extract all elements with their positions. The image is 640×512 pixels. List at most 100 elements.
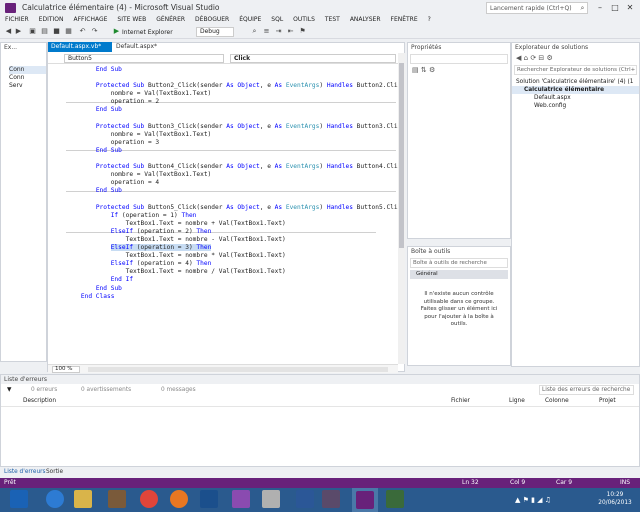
open-icon[interactable]: ▤ (40, 27, 49, 36)
errors-filter-button[interactable]: 0 erreurs (31, 384, 57, 396)
file-explorer-icon[interactable] (74, 490, 92, 508)
server-item[interactable]: Serv (9, 82, 46, 90)
undo-icon[interactable]: ↶ (78, 27, 87, 36)
server-item[interactable]: Conn (9, 66, 46, 74)
toolbox-search-input[interactable]: Boîte à outils de recherche (410, 258, 508, 268)
file-node-default-aspx[interactable]: Default.aspx (512, 94, 639, 102)
column-description[interactable]: Description (23, 396, 56, 407)
tab-error-list[interactable]: Liste d'erreurs (4, 468, 46, 477)
clock-date: 20/06/2013 (598, 500, 632, 506)
properties-icon[interactable]: ⚙ (547, 54, 553, 62)
menu-analyser[interactable]: ANALYSER (345, 15, 386, 25)
toolbox-panel: Boîte à outils Boîte à outils de recherc… (407, 246, 511, 366)
quick-launch-input[interactable]: Lancement rapide (Ctrl+Q) (486, 2, 580, 14)
menu-edition[interactable]: EDITION (34, 15, 69, 25)
panel-title: Explorateur de solutions (515, 44, 589, 51)
method-dropdown[interactable]: Click (230, 54, 396, 63)
file-node-web-config[interactable]: Web.config (512, 102, 639, 110)
menu-affichage[interactable]: AFFICHAGE (68, 15, 112, 25)
code-area[interactable]: End Sub Protected Sub Button2_Click(send… (48, 64, 405, 364)
chrome-icon[interactable] (140, 490, 158, 508)
navigation-bar: Button5 Click (48, 53, 398, 64)
panel-title: Boîte à outils (411, 248, 451, 255)
categorized-icon[interactable]: ▤ (412, 66, 419, 74)
column-project[interactable]: Projet (599, 396, 616, 407)
app-icon[interactable] (108, 490, 126, 508)
forward-icon[interactable]: ▶ (14, 27, 23, 36)
menu-site-web[interactable]: SITE WEB (112, 15, 151, 25)
menu-equipe[interactable]: ÉQUIPE (234, 15, 266, 25)
outlook-icon[interactable] (10, 490, 28, 508)
column-column[interactable]: Colonne (545, 396, 569, 407)
code-text[interactable]: End Sub Protected Sub Button2_Click(send… (66, 66, 405, 301)
solution-node[interactable]: Solution 'Calculatrice élémentaire' (4) … (512, 78, 639, 86)
internet-explorer-icon[interactable] (46, 490, 64, 508)
editor-vertical-scrollbar[interactable] (398, 53, 405, 364)
tab-default-aspx-vb[interactable]: Default.aspx.vb* (48, 42, 112, 52)
menu-test[interactable]: TEST (320, 15, 345, 25)
warnings-filter-button[interactable]: 0 avertissements (81, 384, 131, 396)
column-file[interactable]: Fichier (451, 396, 470, 407)
app-icon[interactable] (386, 490, 404, 508)
back-icon[interactable]: ◀ (516, 54, 521, 62)
column-line[interactable]: Ligne (509, 396, 525, 407)
menu-help[interactable]: ? (423, 15, 436, 25)
menu-fenetre[interactable]: FENÊTRE (386, 15, 423, 25)
save-icon[interactable]: ■ (52, 27, 61, 36)
run-icon[interactable]: ▶ (112, 27, 121, 36)
back-icon[interactable]: ◀ (4, 27, 13, 36)
server-item[interactable]: Conn (9, 74, 46, 82)
redo-icon[interactable]: ↷ (90, 27, 99, 36)
filter-icon[interactable]: ▼ (7, 384, 11, 396)
toolbar: ◀ ▶ ▣ ▤ ■ ▦ ↶ ↷ ▶ Internet Explorer Debu… (0, 25, 640, 39)
refresh-icon[interactable]: ⟳ (530, 54, 536, 62)
clock[interactable]: 10:29 20/06/2013 (595, 491, 635, 507)
home-icon[interactable]: ⌂ (524, 54, 528, 62)
app-icon[interactable] (200, 490, 218, 508)
status-column: Col 9 (510, 479, 526, 486)
new-project-icon[interactable]: ▣ (28, 27, 37, 36)
bookmark-icon[interactable]: ⚑ (298, 27, 307, 36)
editor-horizontal-scrollbar[interactable] (88, 367, 388, 372)
solution-explorer-panel: Explorateur de solutions ◀ ⌂ ⟳ ⊟ ⚙ Reche… (511, 42, 640, 367)
tray-icons[interactable]: ▲ ⚑ ▮ ◢ ♫ (515, 496, 551, 504)
close-button[interactable]: ✕ (625, 3, 635, 13)
menu-fichier[interactable]: FICHIER (0, 15, 34, 25)
maximize-button[interactable]: □ (610, 3, 620, 13)
menu-deboguer[interactable]: DÉBOGUER (190, 15, 234, 25)
app-icon[interactable] (322, 490, 340, 508)
minimize-button[interactable]: – (595, 3, 605, 13)
app-icon[interactable] (262, 490, 280, 508)
visual-studio-task-button[interactable] (352, 488, 378, 512)
class-dropdown[interactable]: Button5 (64, 54, 224, 63)
comment-icon[interactable]: ≡ (262, 27, 271, 36)
menu-sql[interactable]: SQL (266, 15, 288, 25)
messages-filter-button[interactable]: 0 messages (161, 384, 196, 396)
tab-default-aspx[interactable]: Default.aspx* (113, 42, 163, 52)
toolbox-group-general[interactable]: Général (410, 270, 508, 279)
status-text: Prêt (4, 479, 16, 486)
word-icon[interactable] (296, 490, 314, 508)
save-all-icon[interactable]: ▦ (64, 27, 73, 36)
tab-output[interactable]: Sortie (46, 468, 63, 477)
outdent-icon[interactable]: ⇤ (286, 27, 295, 36)
indent-icon[interactable]: ⇥ (274, 27, 283, 36)
menu-generer[interactable]: GÉNÉRER (151, 15, 190, 25)
zoom-dropdown[interactable]: 100 % (52, 366, 80, 373)
menu-outils[interactable]: OUTILS (288, 15, 320, 25)
menu-bar: FICHIER EDITION AFFICHAGE SITE WEB GÉNÉR… (0, 15, 640, 25)
app-icon[interactable] (232, 490, 250, 508)
alphabetical-icon[interactable]: ⇅ (421, 66, 427, 74)
collapse-icon[interactable]: ⊟ (538, 54, 544, 62)
config-dropdown[interactable]: Debug (196, 27, 234, 37)
firefox-icon[interactable] (170, 490, 188, 508)
wrench-icon[interactable]: ⚙ (429, 66, 435, 74)
find-icon[interactable]: ⌕ (250, 27, 259, 36)
error-search-input[interactable]: Liste des erreurs de recherche (539, 385, 634, 395)
vs-logo-icon (5, 3, 16, 13)
search-icon[interactable]: ⌕ (578, 2, 588, 14)
run-target-label[interactable]: Internet Explorer (122, 28, 173, 37)
project-node[interactable]: Calculatrice élémentaire (512, 86, 639, 94)
solution-search-input[interactable]: Rechercher Explorateur de solutions (Ctr… (514, 65, 637, 75)
properties-object-dropdown[interactable] (410, 54, 508, 64)
